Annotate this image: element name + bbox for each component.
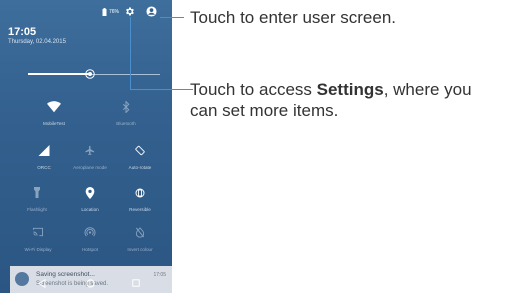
- airplane-icon: [85, 145, 95, 156]
- cast-icon: [32, 227, 44, 237]
- tile-label: Aeroplane mode: [73, 165, 107, 170]
- settings-callout-suffix: , where you: [383, 80, 472, 99]
- tile-label: Auto-rotate: [128, 165, 152, 170]
- signal-icon: [38, 145, 50, 156]
- user-screen-callout: Touch to enter user screen.: [190, 8, 397, 27]
- tile-wifi[interactable]: MobileTest: [26, 97, 82, 137]
- reversible-icon: [135, 188, 145, 198]
- tile-label: Flashlight: [27, 207, 47, 212]
- tile-flashlight[interactable]: Flashlight: [9, 183, 65, 223]
- navigation-bar: [10, 276, 172, 293]
- location-icon: [85, 187, 95, 199]
- tile-label: Reversible: [129, 207, 151, 212]
- invert-icon: [135, 227, 145, 238]
- tile-invert-colour[interactable]: Invert colour: [112, 223, 168, 263]
- settings-callout-foot: [130, 89, 186, 90]
- tile-wifi-display[interactable]: Wi-Fi Display: [10, 223, 66, 263]
- settings-callout-prefix: Touch to access: [190, 80, 317, 99]
- tile-reversible[interactable]: Reversible: [112, 183, 168, 223]
- tile-auto-rotate[interactable]: Auto-rotate: [112, 141, 168, 181]
- battery-percent: 76%: [109, 9, 120, 15]
- tile-label: Bluetooth: [116, 121, 136, 126]
- battery-icon: [102, 8, 107, 16]
- wifi-icon: [47, 101, 61, 113]
- tile-label: Hotspot: [82, 247, 98, 252]
- user-account-icon[interactable]: [146, 6, 157, 17]
- tile-hotspot[interactable]: Hotspot: [62, 223, 118, 263]
- quick-settings-panel: 76% 17:05 Thursday, 02.04.2015 MobileTes…: [0, 0, 172, 293]
- settings-callout-bold: Settings: [316, 80, 384, 99]
- flashlight-icon: [34, 187, 40, 198]
- tile-location[interactable]: Location: [62, 183, 118, 223]
- settings-callout: Touch to access Settings, where you can …: [190, 79, 520, 121]
- tile-label: Invert colour: [127, 247, 153, 252]
- settings-callout-line2: can set more items.: [190, 101, 339, 120]
- recent-apps-icon[interactable]: [132, 279, 140, 287]
- brightness-thumb-icon[interactable]: [85, 69, 95, 79]
- settings-callout-leader: [130, 17, 131, 89]
- back-icon[interactable]: [38, 279, 46, 288]
- gear-icon[interactable]: [124, 6, 135, 17]
- hotspot-icon: [84, 227, 96, 237]
- brightness-fill: [28, 73, 90, 75]
- tile-bluetooth[interactable]: Bluetooth: [98, 97, 154, 137]
- bluetooth-icon: [122, 101, 130, 113]
- tile-label: MobileTest: [43, 121, 65, 126]
- tile-aeroplane[interactable]: Aeroplane mode: [62, 141, 118, 181]
- status-bar: 76%: [0, 0, 172, 22]
- rotate-icon: [135, 145, 145, 156]
- tile-label: Location: [81, 207, 99, 212]
- clock-time: 17:05: [8, 26, 37, 38]
- user-callout-line: [160, 17, 184, 18]
- clock-date: Thursday, 02.04.2015: [8, 39, 66, 45]
- tile-label: Wi-Fi Display: [24, 247, 52, 252]
- home-icon[interactable]: [86, 279, 95, 288]
